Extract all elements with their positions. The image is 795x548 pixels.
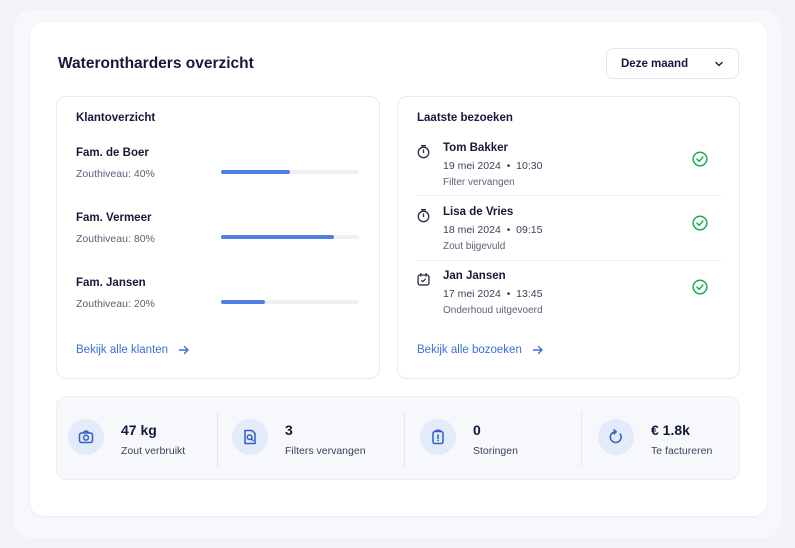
visit-date: 18 mei 2024 bbox=[443, 224, 501, 236]
stat-value: 0 bbox=[473, 422, 481, 438]
stat-value: 3 bbox=[285, 422, 293, 438]
client-salt-level: Zouthiveau: 80% bbox=[76, 233, 155, 245]
view-all-visits-link[interactable]: Bekijk alle bozoeken bbox=[417, 344, 544, 356]
latest-visits-panel: Laatste bezoeken Tom Bakker 19 mei 2024 … bbox=[397, 96, 740, 379]
visit-customer-name: Jan Jansen bbox=[443, 270, 506, 282]
stat-filters-replaced[interactable]: 3 Filters vervangen bbox=[232, 397, 402, 481]
page-title: Waterontharders overzicht bbox=[58, 55, 254, 72]
client-name: Fam. Vermeer bbox=[76, 212, 152, 224]
visit-divider bbox=[416, 195, 721, 196]
salt-level-label: Zouthiveau: bbox=[76, 233, 131, 245]
client-name: Fam. de Boer bbox=[76, 147, 149, 159]
view-all-clients-link[interactable]: Bekijk alle klanten bbox=[76, 344, 190, 356]
client-overview-title: Klantoverzicht bbox=[76, 112, 156, 124]
visit-customer-name: Lisa de Vries bbox=[443, 206, 514, 218]
stat-divider bbox=[581, 411, 582, 467]
visit-item[interactable]: Tom Bakker 19 mei 2024 • 10:30 Filter ve… bbox=[416, 142, 722, 206]
view-all-visits-label: Bekijk alle bozoeken bbox=[417, 344, 522, 356]
stat-salt-used[interactable]: 47 kg Zout verbruikt bbox=[68, 397, 218, 481]
visit-action: Onderhoud uitgevoerd bbox=[443, 305, 543, 316]
stat-to-invoice[interactable]: € 1.8k Te factureren bbox=[598, 397, 738, 481]
visit-time: 10:30 bbox=[516, 160, 543, 172]
visit-datetime: 17 mei 2024 • 13:45 bbox=[443, 288, 542, 300]
period-dropdown[interactable]: Deze maand bbox=[606, 48, 739, 79]
stat-malfunctions[interactable]: 0 Storingen bbox=[420, 397, 580, 481]
clock-icon bbox=[417, 145, 430, 159]
period-dropdown-label: Deze maand bbox=[621, 57, 689, 70]
visit-customer-name: Tom Bakker bbox=[443, 142, 508, 154]
salt-level-label: Zouthiveau: bbox=[76, 168, 131, 180]
stat-value: 47 kg bbox=[121, 422, 157, 438]
client-row[interactable]: Fam. de Boer Zouthiveau: 40% bbox=[76, 147, 366, 187]
bullet-separator: • bbox=[500, 288, 517, 300]
visit-time: 09:15 bbox=[516, 224, 543, 236]
stat-value: € 1.8k bbox=[651, 422, 690, 438]
arrow-right-icon bbox=[532, 345, 543, 355]
salt-progress-fill bbox=[221, 170, 290, 174]
stat-label: Zout verbruikt bbox=[121, 445, 186, 457]
stat-label: Te factureren bbox=[651, 445, 713, 457]
chevron-down-icon bbox=[715, 61, 723, 66]
client-name: Fam. Jansen bbox=[76, 277, 146, 289]
stat-label: Storingen bbox=[473, 445, 518, 457]
clock-icon bbox=[417, 209, 430, 223]
clipboard-alert-icon bbox=[432, 429, 444, 445]
visit-date: 17 mei 2024 bbox=[443, 288, 501, 300]
stat-divider bbox=[404, 411, 405, 467]
salt-progress-fill bbox=[221, 235, 335, 239]
calendar-icon bbox=[417, 272, 430, 286]
salt-level-label: Zouthiveau: bbox=[76, 298, 131, 310]
visit-action: Filter vervangen bbox=[443, 177, 515, 188]
client-salt-level: Zouthiveau: 40% bbox=[76, 168, 155, 180]
stats-bar: 47 kg Zout verbruikt 3 Filters vervangen bbox=[56, 396, 740, 480]
bullet-separator: • bbox=[500, 160, 517, 172]
stat-label: Filters vervangen bbox=[285, 445, 366, 457]
search-doc-icon bbox=[244, 429, 256, 445]
stat-icon-bubble bbox=[598, 419, 634, 455]
latest-visits-title: Laatste bezoeken bbox=[417, 112, 513, 124]
salt-progress-track bbox=[221, 170, 359, 174]
visit-item[interactable]: Jan Jansen 17 mei 2024 • 13:45 Onderhoud… bbox=[416, 270, 722, 334]
salt-progress-fill bbox=[221, 300, 266, 304]
client-row[interactable]: Fam. Jansen Zouthiveau: 20% bbox=[76, 277, 366, 317]
salt-progress-track bbox=[221, 235, 359, 239]
visit-action: Zout bijgevuld bbox=[443, 241, 506, 252]
stat-icon-bubble bbox=[68, 419, 104, 455]
stat-divider bbox=[217, 411, 218, 467]
visit-datetime: 18 mei 2024 • 09:15 bbox=[443, 224, 542, 236]
salt-level-value: 40% bbox=[133, 168, 155, 180]
client-salt-level: Zouthiveau: 20% bbox=[76, 298, 155, 310]
stat-icon-bubble bbox=[232, 419, 268, 455]
visit-datetime: 19 mei 2024 • 10:30 bbox=[443, 160, 542, 172]
client-overview-panel: Klantoverzicht Fam. de Boer Zouthiveau: 4… bbox=[56, 96, 380, 379]
view-all-clients-label: Bekijk alle klanten bbox=[76, 344, 169, 356]
bullet-separator: • bbox=[500, 224, 517, 236]
check-circle-icon bbox=[692, 151, 708, 167]
arrow-right-icon bbox=[178, 345, 189, 355]
client-row[interactable]: Fam. Vermeer Zouthiveau: 80% bbox=[76, 212, 366, 252]
salt-level-value: 20% bbox=[133, 298, 155, 310]
visit-date: 19 mei 2024 bbox=[443, 160, 501, 172]
salt-progress-track bbox=[221, 300, 359, 304]
check-circle-icon bbox=[692, 279, 708, 295]
refresh-icon bbox=[609, 429, 622, 444]
camera-icon bbox=[78, 430, 94, 444]
salt-level-value: 80% bbox=[133, 233, 155, 245]
dashboard-card: Waterontharders overzicht Deze maand Kla… bbox=[30, 22, 767, 516]
visit-time: 13:45 bbox=[516, 288, 543, 300]
check-circle-icon bbox=[692, 215, 708, 231]
stat-icon-bubble bbox=[420, 419, 456, 455]
visit-divider bbox=[416, 260, 721, 261]
